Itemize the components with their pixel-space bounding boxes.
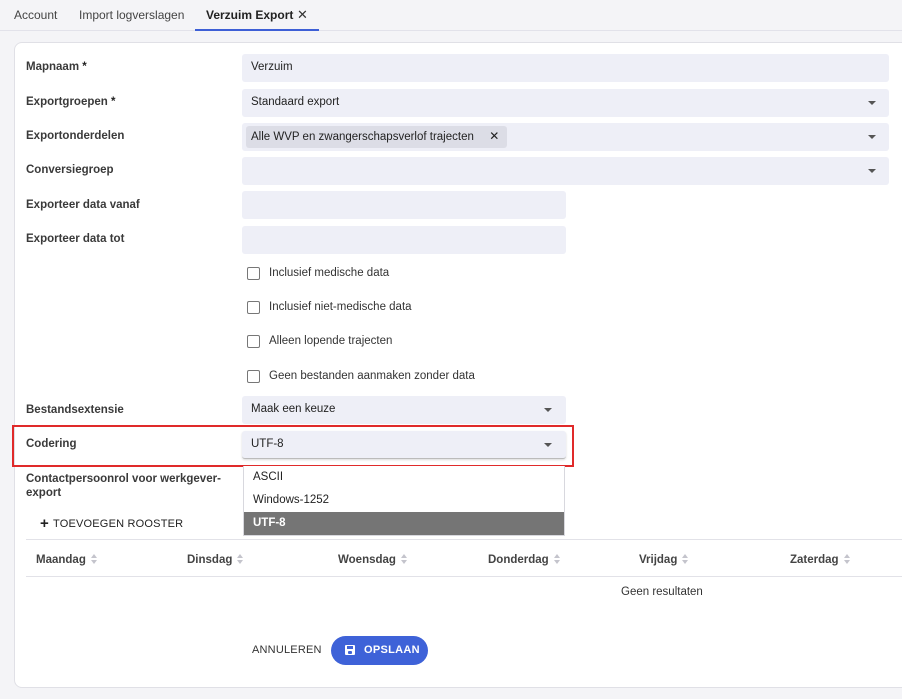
bestandsextensie-value: Maak een keuze: [251, 403, 336, 415]
checkbox[interactable]: [247, 335, 260, 348]
codering-dropdown: ASCII Windows-1252 UTF-8: [243, 466, 565, 536]
chevron-down-icon: [868, 169, 876, 173]
required-marker: *: [82, 61, 87, 73]
contactpersoonrol-label: Contactpersoonrol voor werkgever- export: [26, 472, 221, 500]
sort-icon: [237, 554, 244, 564]
sort-icon: [682, 554, 689, 564]
vanaf-date-input[interactable]: [242, 191, 566, 219]
column-header-maandag[interactable]: Maandag: [36, 553, 97, 566]
tab-account[interactable]: Account: [14, 0, 57, 31]
contactpersoonrol-label-line1: Contactpersoonrol voor werkgever-: [26, 473, 221, 485]
column-header-dinsdag[interactable]: Dinsdag: [187, 553, 244, 566]
exportgroepen-select[interactable]: Standaard export: [242, 89, 889, 117]
column-header-vrijdag[interactable]: Vrijdag: [639, 553, 689, 566]
selected-chip: Alle WVP en zwangerschapsverlof trajecte…: [246, 126, 508, 148]
column-header-woensdag[interactable]: Woensdag: [338, 553, 407, 566]
mapnaam-value: Verzuim: [251, 61, 293, 73]
tot-date-input[interactable]: [242, 226, 566, 254]
option-utf-8[interactable]: UTF-8: [244, 512, 564, 535]
checkbox-label: Inclusief niet-medische data: [269, 301, 412, 313]
column-header-donderdag[interactable]: Donderdag: [488, 553, 560, 566]
checkbox-label: Geen bestanden aanmaken zonder data: [269, 370, 475, 382]
tot-label: Exporteer data tot: [26, 233, 125, 245]
mapnaam-input[interactable]: Verzuim: [242, 54, 889, 82]
mapnaam-label: Mapnaam *: [26, 61, 87, 73]
conversiegroep-select[interactable]: [242, 157, 889, 185]
close-tab-icon[interactable]: ✕: [297, 8, 309, 22]
option-windows-1252[interactable]: Windows-1252: [244, 489, 564, 512]
exportonderdelen-label: Exportonderdelen: [26, 130, 125, 142]
exportgroepen-label: Exportgroepen *: [26, 96, 116, 108]
exportgroepen-value: Standaard export: [251, 96, 340, 108]
sort-icon: [553, 554, 560, 564]
sort-icon: [843, 554, 850, 564]
save-label: OPSLAAN: [364, 644, 420, 656]
codering-label: Codering: [26, 438, 77, 450]
save-button[interactable]: OPSLAAN: [331, 636, 428, 665]
conversiegroep-label: Conversiegroep: [26, 164, 114, 176]
add-rooster-label: TOEVOEGEN ROOSTER: [52, 518, 184, 530]
tab-import-logverslagen[interactable]: Import logverslagen: [79, 0, 184, 31]
tab-bar: Account Import logverslagen Verzuim Expo…: [0, 0, 902, 31]
chevron-down-icon: [544, 408, 552, 412]
codering-select[interactable]: UTF-8: [242, 431, 566, 459]
rooster-table-header: Maandag Dinsdag Woensdag Donderdag Vrijd…: [26, 539, 902, 577]
tab-verzuim-export-label: Verzuim Export: [206, 8, 294, 22]
cancel-button[interactable]: ANNULEREN: [252, 644, 322, 656]
chip-label: Alle WVP en zwangerschapsverlof trajecte…: [251, 131, 474, 143]
column-header-zaterdag[interactable]: Zaterdag: [790, 553, 850, 566]
chevron-down-icon: [868, 135, 876, 139]
option-ascii[interactable]: ASCII: [244, 466, 564, 489]
save-icon: [345, 645, 355, 655]
checkbox[interactable]: [247, 370, 260, 383]
bestandsextensie-select[interactable]: Maak een keuze: [242, 396, 566, 424]
add-rooster-button[interactable]: + TOEVOEGEN ROOSTER: [40, 514, 184, 532]
checkbox-label: Alleen lopende trajecten: [269, 335, 393, 347]
empty-results-text: Geen resultaten: [621, 586, 703, 598]
codering-value: UTF-8: [251, 438, 284, 450]
vanaf-label: Exporteer data vanaf: [26, 199, 140, 211]
checkbox-label: Inclusief medische data: [269, 267, 390, 279]
chevron-down-icon: [544, 443, 552, 447]
sort-icon: [400, 554, 407, 564]
contactpersoonrol-label-line2: export: [26, 487, 62, 499]
sort-icon: [90, 554, 97, 564]
required-marker: *: [111, 96, 116, 108]
exportonderdelen-select[interactable]: Alle WVP en zwangerschapsverlof trajecte…: [242, 123, 889, 151]
chevron-down-icon: [868, 101, 876, 105]
checkbox[interactable]: [247, 267, 260, 280]
bestandsextensie-label: Bestandsextensie: [26, 404, 124, 416]
plus-icon: +: [40, 515, 49, 532]
remove-chip-icon[interactable]: ✕: [489, 129, 499, 143]
checkbox[interactable]: [247, 301, 260, 314]
